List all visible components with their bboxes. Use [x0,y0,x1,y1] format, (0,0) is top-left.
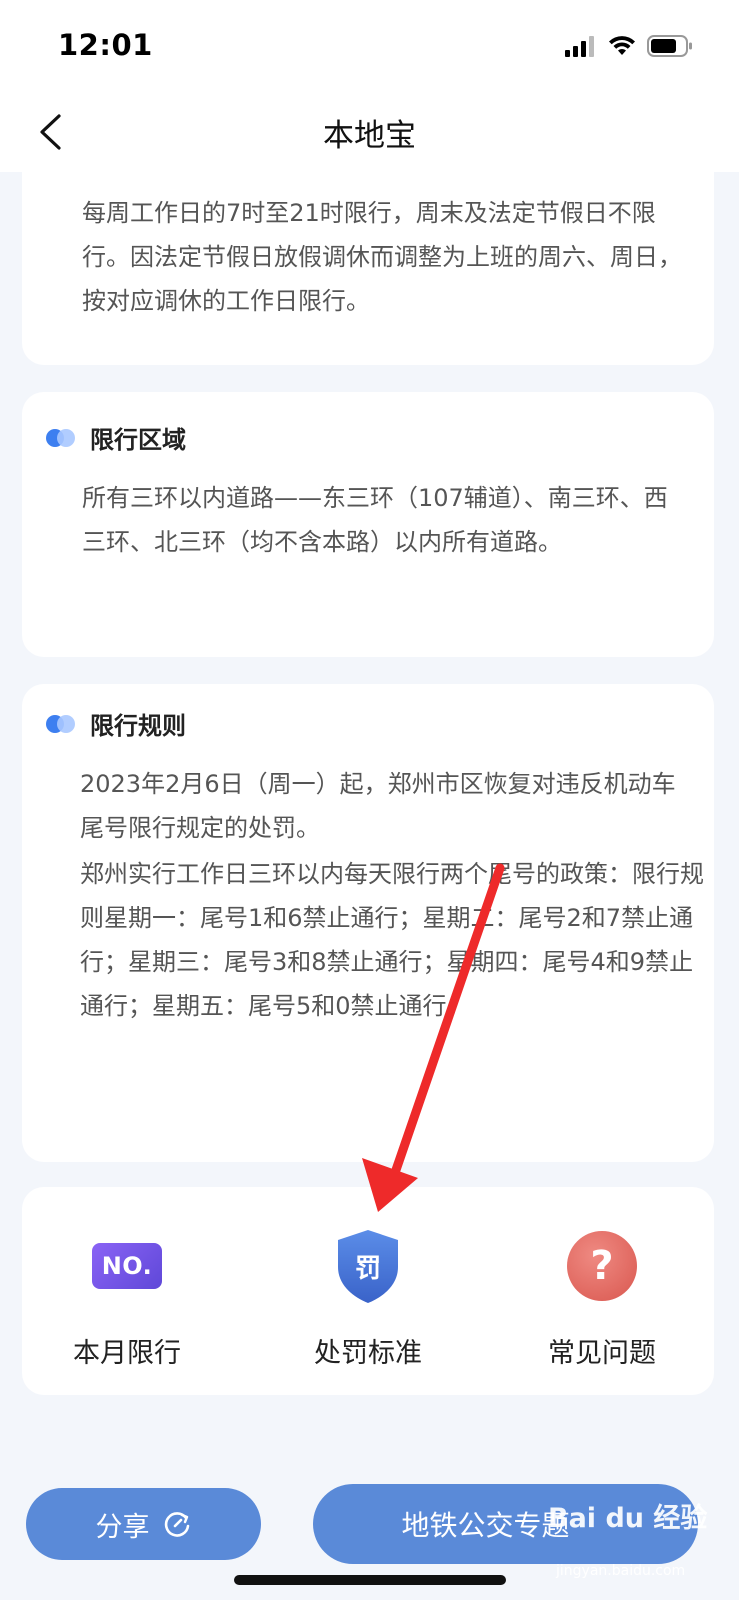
page-title: 本地宝 [323,118,416,154]
baidu-watermark: Bai du 经验 [548,1503,708,1534]
area-text: 所有三环以内道路——东三环（107辅道）、南三环、西三环、北三环（均不含本路）以… [82,484,668,556]
no-badge-icon: NO. [92,1243,162,1289]
status-bar: 12:01 [0,0,739,92]
home-indicator [234,1575,506,1585]
restriction-rule-card: 限行规则 2023年2月6日（周一）起，郑州市区恢复对违反机动车尾号限行规定的处… [22,684,714,1162]
quick-actions-card: NO. 本月限行 罚 处罚标准 ? 常见问题 [22,1187,714,1395]
wifi-icon [609,36,635,55]
rule-text-1: 2023年2月6日（周一）起，郑州市区恢复对违反机动车尾号限行规定的处罚。 [80,770,676,842]
monthly-restriction-button[interactable]: NO. 本月限行 [27,1225,227,1375]
status-time: 12:01 [58,28,153,62]
svg-text:罚: 罚 [355,1254,381,1284]
restriction-area-card: 限行区域 所有三环以内道路——东三环（107辅道）、南三环、西三环、北三环（均不… [22,392,714,657]
refresh-icon [164,1512,189,1537]
restriction-time-card: 每周工作日的7时至21时限行，周末及法定节假日不限行。因法定节假日放假调休而调整… [22,150,714,365]
penalty-standard-button[interactable]: 罚 处罚标准 [268,1225,468,1375]
status-icons [565,34,693,58]
rule-section-header: 限行规则 [46,706,186,741]
penalty-shield-icon: 罚 [338,1230,398,1303]
question-circle-icon: ? [567,1231,637,1301]
cellular-signal-icon [565,36,594,57]
action-label: 处罚标准 [314,1338,422,1369]
rule-section-title: 限行规则 [90,712,186,740]
share-label: 分享 [95,1511,150,1543]
section-dots-icon [46,714,76,733]
metro-bus-label: 地铁公交专题 [401,1509,570,1542]
app-screen: 12:01 本地宝 每周工作日的7时至21时限行，周末及法定节假日不限行。因法定… [0,0,739,1600]
restriction-time-text: 每周工作日的7时至21时限行，周末及法定节假日不限行。因法定节假日放假调休而调整… [82,199,682,315]
rule-text-2: 郑州实行工作日三环以内每天限行两个尾号的政策：限行规则星期一：尾号1和6禁止通行… [80,860,704,1020]
section-dots-icon [46,428,76,447]
area-section-header: 限行区域 [46,420,186,455]
action-label: 常见问题 [548,1338,656,1369]
action-label: 本月限行 [73,1338,181,1369]
battery-icon [647,35,692,57]
area-section-title: 限行区域 [90,426,186,454]
baidu-watermark-url: jingyan.baidu.com [556,1563,686,1579]
share-button[interactable]: 分享 [26,1488,261,1560]
faq-button[interactable]: ? 常见问题 [502,1225,702,1375]
